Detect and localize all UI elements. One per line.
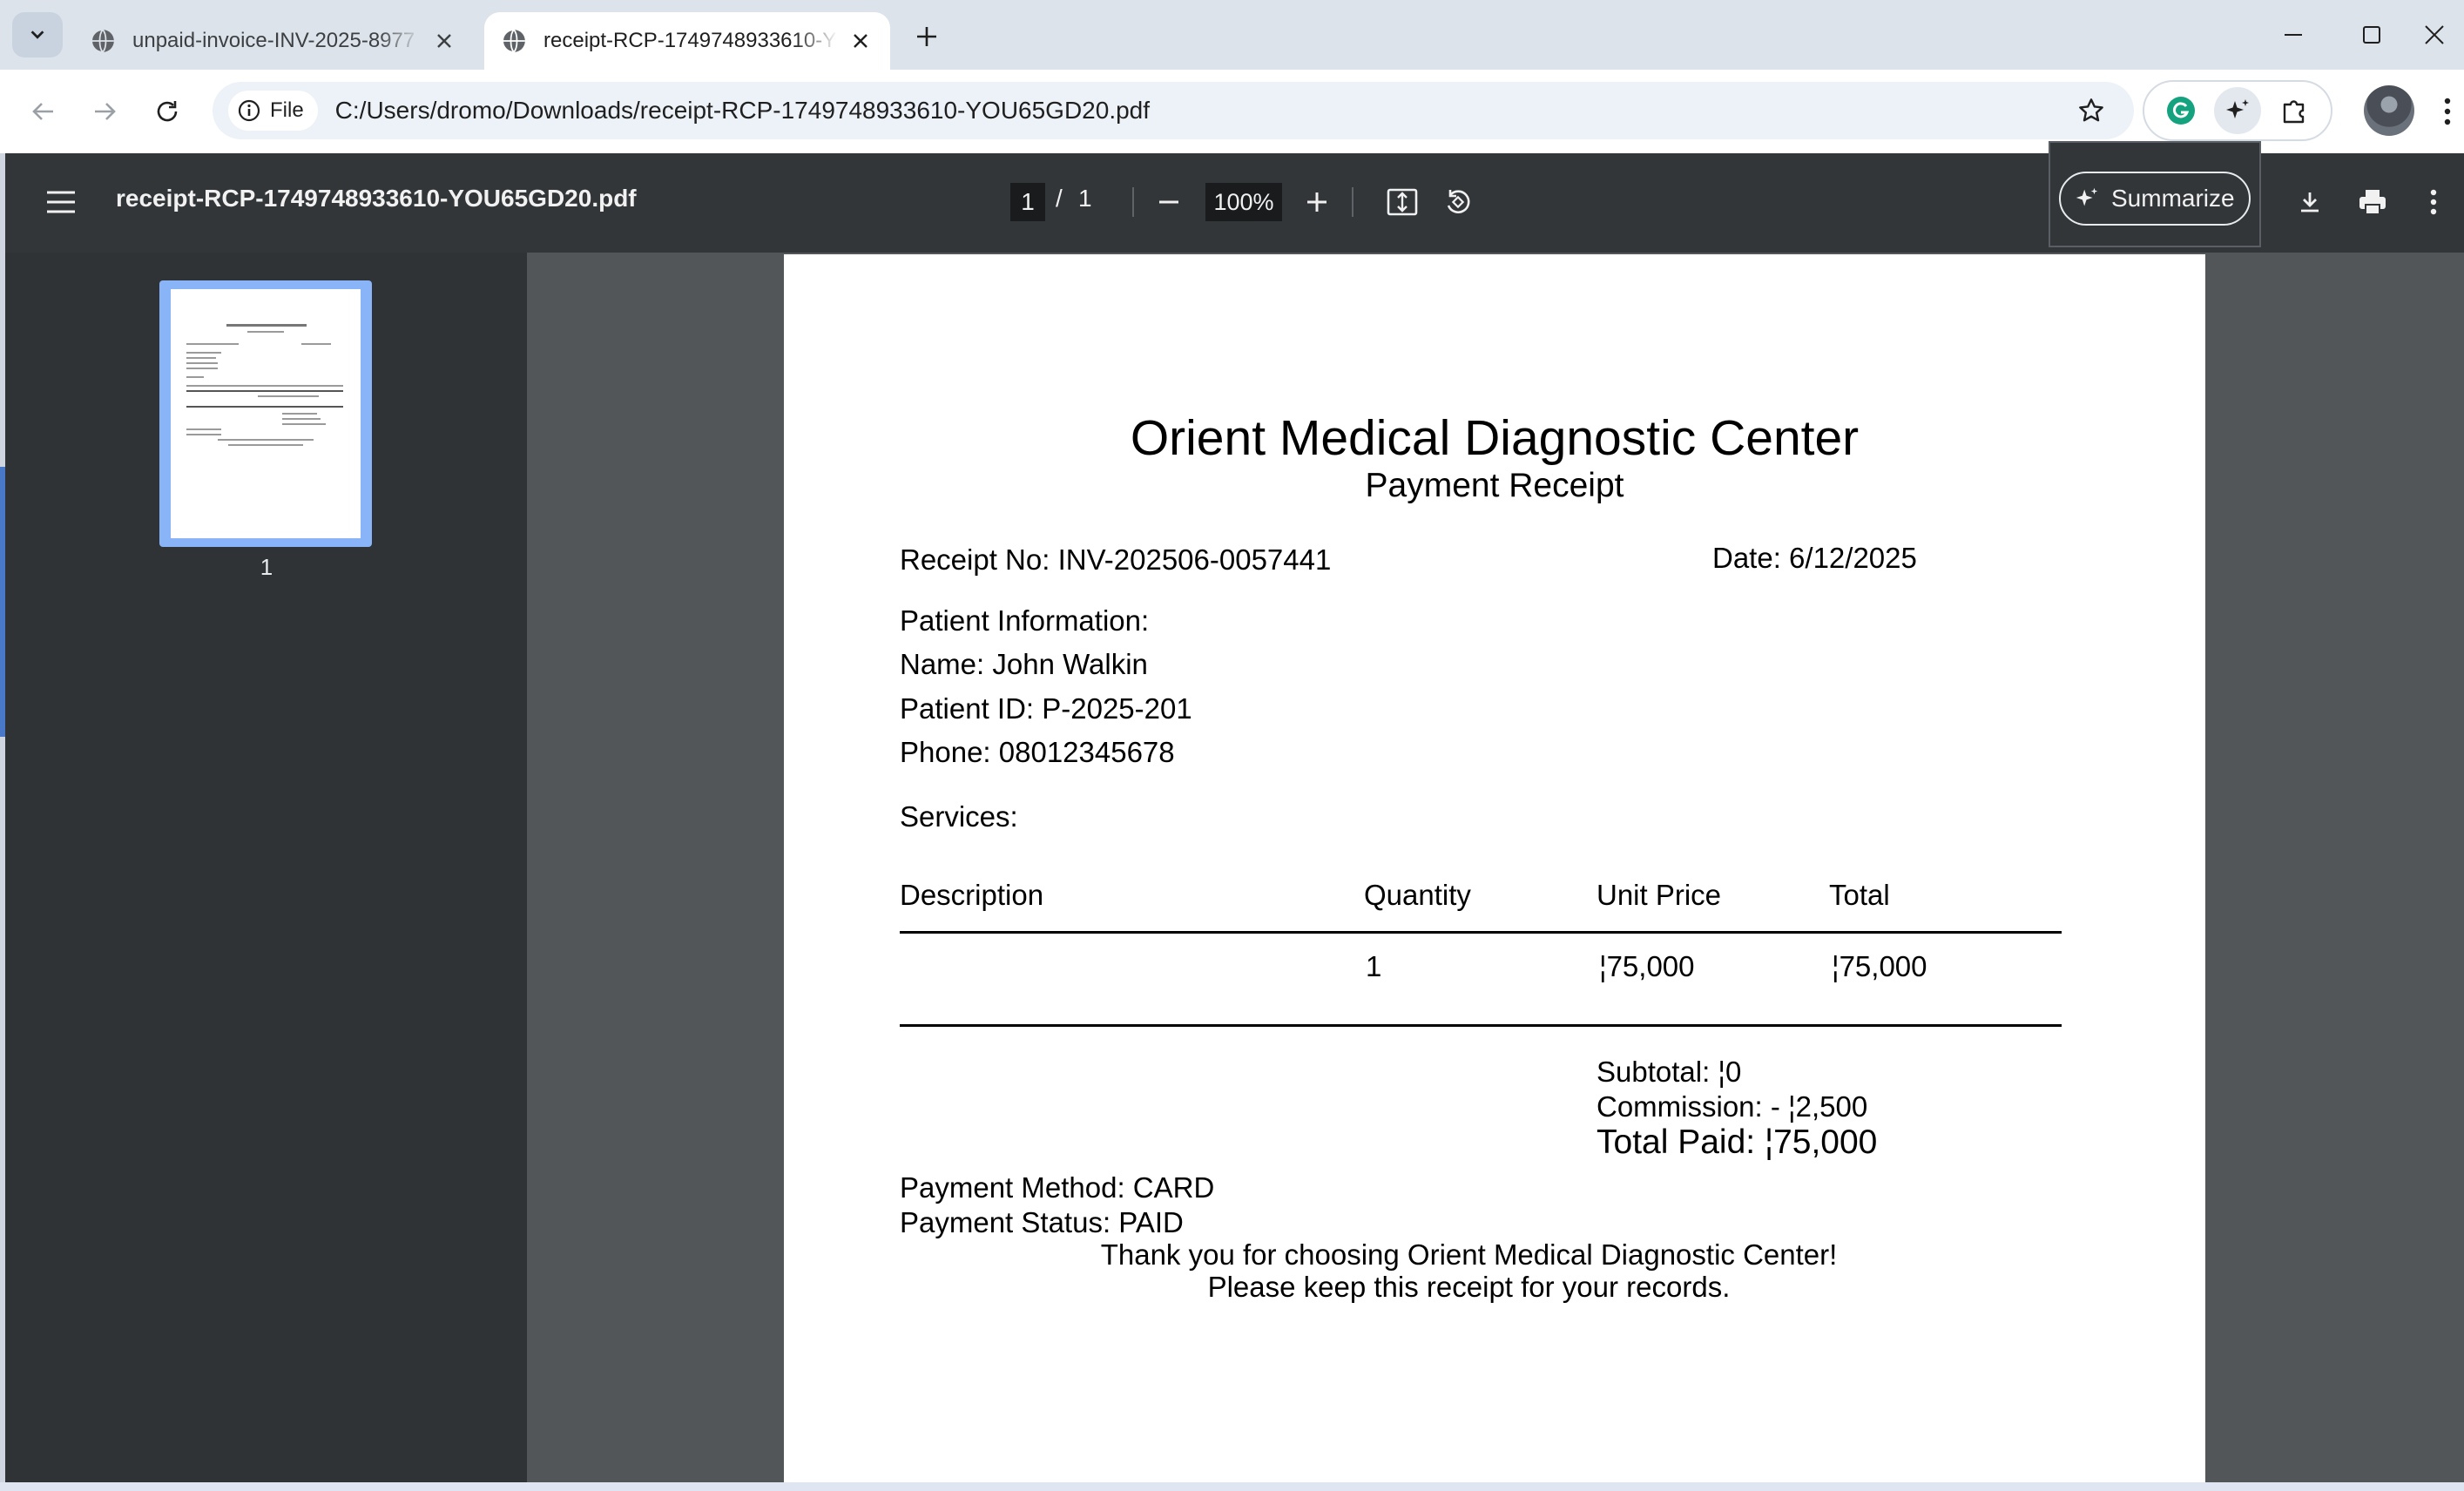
address-bar[interactable]: File C:/Users/dromo/Downloads/receipt-RC… (213, 82, 2134, 139)
records-note: Please keep this receipt for your record… (1207, 1271, 1731, 1303)
table-header-unit-price: Unit Price (1597, 879, 1722, 911)
tab-receipt-pdf[interactable]: receipt-RCP-1749748933610-YOU65GD20.pdf (484, 12, 890, 70)
site-info-label: File (270, 98, 304, 122)
fit-page-icon (1387, 188, 1418, 216)
patient-id: Patient ID: P-2025-201 (900, 692, 1192, 725)
grammarly-extension[interactable] (2157, 87, 2204, 134)
profile-avatar[interactable] (2364, 85, 2414, 136)
receipt-title: Orient Medical Diagnostic Center (1130, 410, 1860, 466)
summarize-label: Summarize (2111, 185, 2235, 212)
maximize-icon (2363, 26, 2380, 44)
toolbar-divider (1132, 187, 1134, 217)
receipt-date: Date: 6/12/2025 (1712, 542, 1917, 574)
fit-to-page-button[interactable] (1380, 179, 1425, 225)
close-icon[interactable] (848, 29, 873, 53)
table-cell-quantity: 1 (1366, 950, 1382, 982)
page-number-input[interactable]: 1 (1010, 183, 1045, 221)
tab-unpaid-invoice[interactable]: unpaid-invoice-INV-2025-8977 (73, 12, 474, 70)
download-button[interactable] (2287, 179, 2332, 225)
thumbnail-page-number: 1 (260, 554, 273, 580)
total-paid: Total Paid: ¦75,000 (1597, 1123, 1878, 1161)
more-vertical-icon (2430, 189, 2437, 215)
close-icon (2424, 25, 2444, 44)
maximize-button[interactable] (2330, 0, 2413, 70)
new-tab-button[interactable] (908, 17, 946, 56)
page-total: 1 (1078, 185, 1092, 212)
pdf-filename: receipt-RCP-1749748933610-YOU65GD20.pdf (116, 185, 637, 212)
toolbar-divider (1352, 187, 1354, 217)
forward-arrow-icon (95, 103, 116, 120)
table-header-rule (900, 931, 2062, 934)
more-vertical-icon (2444, 98, 2451, 125)
patient-info-heading: Patient Information: (900, 604, 1150, 637)
page-separator: / (1056, 185, 1063, 212)
bookmark-star-button[interactable] (2069, 89, 2113, 132)
window-bottom-edge (0, 1482, 2464, 1491)
sparkle-icon (2225, 99, 2249, 118)
reload-icon (157, 101, 178, 122)
summarize-button[interactable]: Summarize (2059, 172, 2251, 226)
pdf-more-button[interactable] (2413, 179, 2454, 225)
chevron-down-icon (30, 30, 44, 39)
rotate-button[interactable] (1435, 179, 1481, 225)
print-button[interactable] (2350, 179, 2395, 225)
plus-icon (917, 27, 936, 46)
table-header-total: Total (1829, 879, 1890, 911)
subtotal: Subtotal: ¦0 (1597, 1056, 1742, 1088)
minimize-icon (2285, 34, 2302, 36)
browser-menu-button[interactable] (2430, 87, 2464, 136)
gemini-button[interactable] (2213, 87, 2261, 134)
thank-you-note: Thank you for choosing Orient Medical Di… (1100, 1238, 1838, 1271)
table-bottom-rule (900, 1024, 2062, 1027)
payment-method: Payment Method: CARD (900, 1171, 1215, 1204)
hamburger-icon (47, 191, 75, 213)
commission: Commission: - ¦2,500 (1597, 1090, 1868, 1123)
back-arrow-icon (32, 103, 53, 120)
payment-status: Payment Status: PAID (900, 1206, 1184, 1238)
tab-search-button[interactable] (12, 12, 63, 57)
minus-icon (1159, 200, 1178, 204)
forward-button[interactable] (80, 87, 129, 136)
site-info-chip[interactable]: File (228, 91, 318, 131)
rotate-icon (1447, 190, 1470, 213)
download-icon (2301, 192, 2319, 213)
table-header-description: Description (900, 879, 1044, 911)
puzzle-icon (2283, 100, 2304, 124)
url-text[interactable]: C:/Users/dromo/Downloads/receipt-RCP-174… (335, 97, 2069, 125)
zoom-out-button[interactable] (1146, 179, 1191, 225)
services-heading: Services: (900, 800, 1018, 833)
table-cell-total: ¦75,000 (1832, 950, 1927, 982)
star-icon (2079, 98, 2103, 122)
extensions-button[interactable] (2271, 87, 2318, 134)
tab-title: unpaid-invoice-INV-2025-8977 (132, 29, 415, 52)
table-header-quantity: Quantity (1364, 879, 1471, 911)
zoom-in-button[interactable] (1294, 179, 1340, 225)
grammarly-icon (2167, 97, 2196, 125)
receipt-subtitle: Payment Receipt (1365, 467, 1624, 504)
patient-phone: Phone: 08012345678 (900, 736, 1175, 768)
sparkle-icon (2076, 187, 2098, 206)
tab-title: receipt-RCP-1749748933610-YOU65GD20.pdf (543, 29, 838, 52)
page-thumbnail-preview[interactable] (171, 289, 361, 538)
window-close-button[interactable] (2404, 0, 2464, 70)
minimize-button[interactable] (2251, 0, 2335, 70)
reload-button[interactable] (143, 87, 192, 136)
pdf-menu-button[interactable] (38, 179, 84, 225)
extensions-group (2143, 80, 2332, 141)
info-icon (238, 99, 260, 122)
globe-icon (91, 29, 114, 53)
table-cell-unit-price: ¦75,000 (1599, 950, 1695, 982)
print-icon (2359, 190, 2386, 215)
back-button[interactable] (19, 87, 68, 136)
plus-icon (1307, 192, 1327, 212)
patient-name: Name: John Walkin (900, 648, 1148, 680)
zoom-level-input[interactable]: 100% (1205, 183, 1282, 221)
receipt-number: Receipt No: INV-202506-0057441 (900, 543, 1332, 576)
globe-icon (502, 29, 525, 53)
close-icon[interactable] (432, 29, 456, 53)
